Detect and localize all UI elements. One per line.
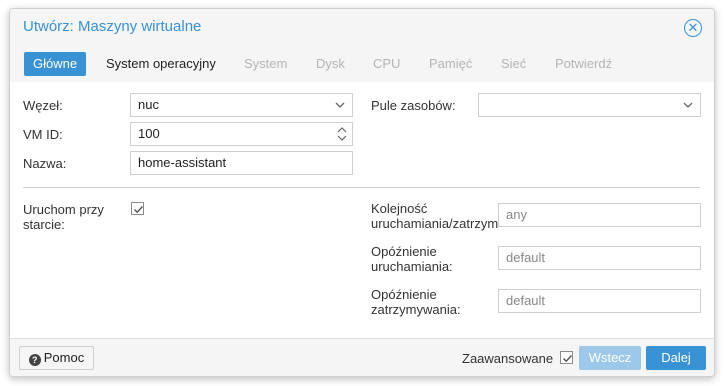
startup-delay-placeholder: default [506, 250, 546, 265]
create-vm-dialog: Utwórz: Maszyny wirtualne ✕ Główne Syste… [9, 8, 715, 377]
onboot-checkbox[interactable] [131, 202, 144, 215]
tab-cpu[interactable]: CPU [364, 52, 409, 76]
close-icon[interactable]: ✕ [684, 19, 702, 37]
startup-delay-label: Opóźnienie uruchamiania: [371, 244, 453, 274]
tab-network[interactable]: Sieć [492, 52, 535, 76]
checkmark-icon [563, 355, 573, 363]
order-placeholder: any [506, 207, 527, 222]
wizard-tabs: Główne System operacyjny System Dysk CPU… [10, 47, 714, 82]
chevron-down-icon [683, 102, 693, 108]
advanced-label: Zaawansowane [462, 351, 554, 366]
checkmark-icon [134, 206, 144, 214]
tab-disk[interactable]: Dysk [307, 52, 354, 76]
dialog-title: Utwórz: Maszyny wirtualne [23, 18, 202, 35]
name-value: home-assistant [138, 155, 227, 170]
tab-os[interactable]: System operacyjny [97, 52, 225, 76]
advanced-checkbox[interactable] [560, 351, 573, 364]
name-label: Nazwa: [23, 156, 67, 171]
section-divider [23, 187, 700, 188]
spinner-arrows-icon[interactable] [337, 126, 347, 142]
name-input[interactable]: home-assistant [130, 151, 353, 175]
general-panel: Węzeł: nuc VM ID: 100 Nazwa: home-assist… [10, 87, 714, 341]
vmid-value: 100 [138, 126, 160, 141]
vmid-label: VM ID: [23, 127, 63, 142]
vmid-spinner[interactable]: 100 [130, 122, 353, 146]
node-value: nuc [138, 97, 159, 112]
order-input[interactable]: any [498, 203, 701, 227]
help-button[interactable]: ? Pomoc [19, 346, 94, 370]
pool-select[interactable] [478, 93, 701, 117]
tab-confirm[interactable]: Potwierdź [546, 52, 621, 76]
pool-label: Pule zasobów: [371, 98, 456, 113]
help-label: Pomoc [43, 350, 85, 365]
tab-system[interactable]: System [235, 52, 296, 76]
next-button[interactable]: Dalej [646, 346, 706, 370]
shutdown-timeout-placeholder: default [506, 293, 546, 308]
node-select[interactable]: nuc [130, 93, 353, 117]
help-icon: ? [28, 354, 41, 366]
back-button[interactable]: Wstecz [579, 346, 641, 370]
chevron-down-icon [335, 102, 345, 108]
dialog-titlebar: Utwórz: Maszyny wirtualne ✕ [10, 9, 714, 47]
shutdown-timeout-input[interactable]: default [498, 289, 701, 313]
dialog-footer: ? Pomoc Zaawansowane Wstecz Dalej [10, 338, 714, 376]
tab-general[interactable]: Główne [24, 52, 87, 76]
onboot-label: Uruchom przy starcie: [23, 202, 104, 232]
node-label: Węzeł: [23, 98, 63, 113]
shutdown-timeout-label: Opóźnienie zatrzymywania: [371, 287, 461, 317]
tab-memory[interactable]: Pamięć [420, 52, 481, 76]
startup-delay-input[interactable]: default [498, 246, 701, 270]
order-label: Kolejność uruchamiania/zatrzym [371, 201, 499, 231]
